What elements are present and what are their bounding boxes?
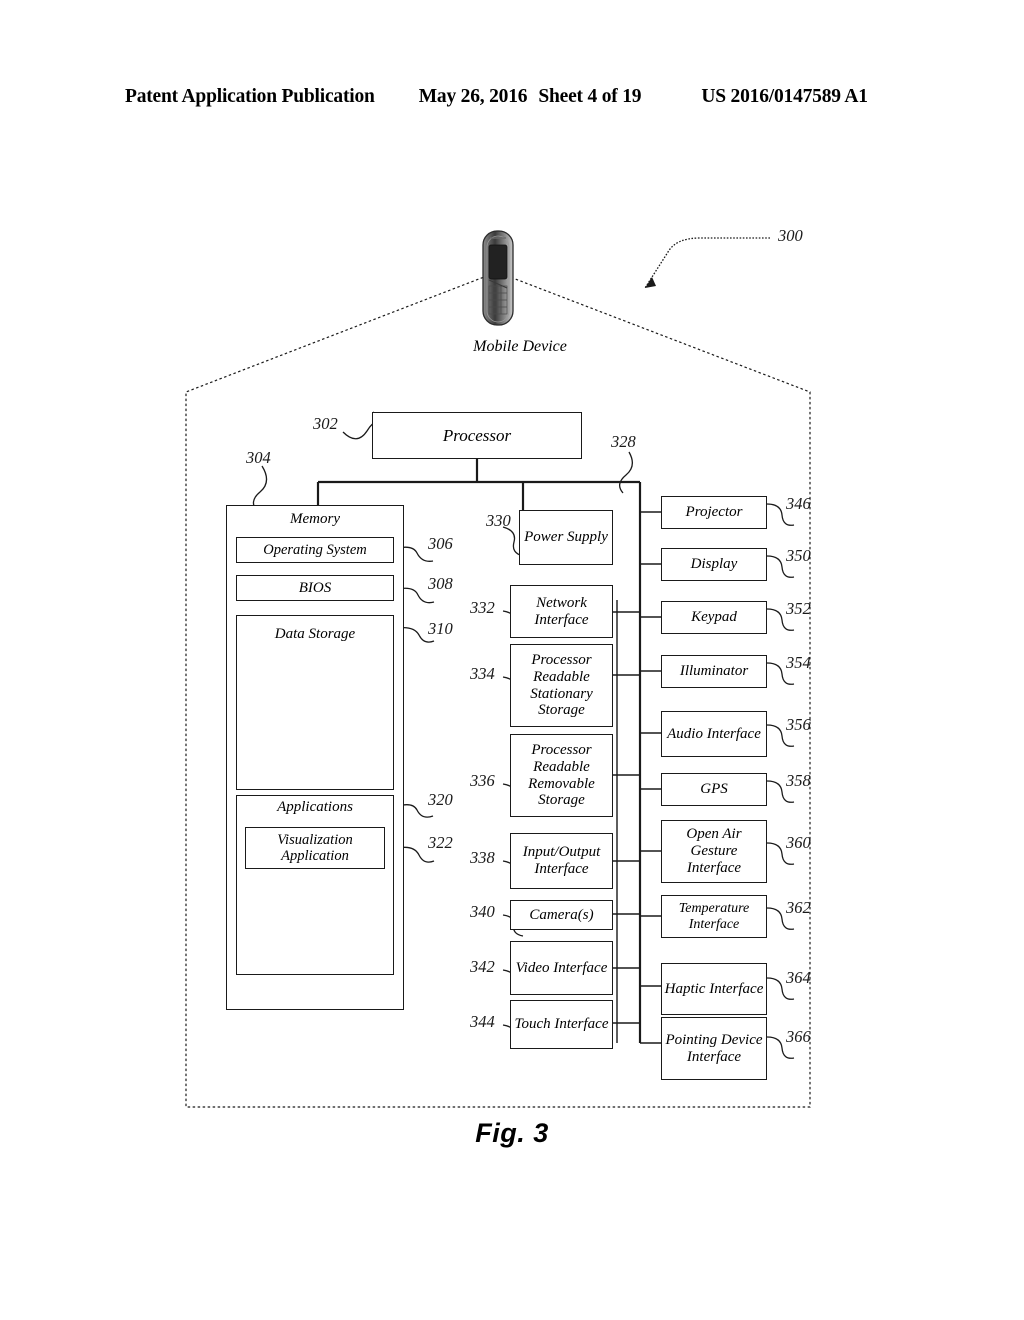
power-supply-block[interactable]: Power Supply — [519, 510, 613, 565]
data-storage-label: Data Storage — [274, 626, 356, 642]
projector-block[interactable]: Projector — [661, 496, 767, 529]
processor-readable-removable-storage-block[interactable]: Processor Readable Removable Storage — [510, 734, 613, 817]
leader-328 — [619, 451, 633, 494]
processor-readable-removable-storage-label: Processor Readable Removable Storage — [528, 741, 595, 809]
gps-label: GPS — [700, 781, 728, 798]
pointing-device-interface-label: Pointing Device Interface — [665, 1031, 763, 1065]
ref-340: 340 — [470, 902, 495, 921]
gps-block[interactable]: GPS — [661, 773, 767, 806]
ref-344: 344 — [470, 1012, 495, 1031]
figure-caption: Fig. 3 — [475, 1118, 549, 1148]
open-air-gesture-interface-label: Open Air Gesture Interface — [686, 826, 742, 876]
ref-302: 302 — [313, 414, 338, 433]
network-interface-block[interactable]: Network Interface — [510, 585, 613, 638]
video-interface-label: Video Interface — [515, 959, 608, 976]
ref-346: 346 — [786, 494, 811, 513]
operating-system-label: Operating System — [263, 541, 367, 558]
processor-readable-stationary-storage-block[interactable]: Processor Readable Stationary Storage — [510, 644, 613, 727]
mobile-device-icon — [482, 230, 514, 326]
visualization-application-label: Visualization Application — [277, 831, 353, 864]
pointing-device-interface-block[interactable]: Pointing Device Interface — [661, 1017, 767, 1080]
cameras-label: Camera(s) — [529, 906, 594, 923]
ref-306: 306 — [428, 534, 453, 553]
temperature-interface-block[interactable]: Temperature Interface — [661, 895, 767, 938]
ref-356: 356 — [786, 715, 811, 734]
ref-360: 360 — [786, 833, 811, 852]
ref-332: 332 — [470, 598, 495, 617]
touch-interface-block[interactable]: Touch Interface — [510, 1000, 613, 1049]
cameras-block[interactable]: Camera(s) — [510, 900, 613, 930]
leader-300 — [644, 237, 770, 289]
touch-interface-label: Touch Interface — [514, 1016, 609, 1033]
ref-330: 330 — [486, 511, 511, 530]
ref-336: 336 — [470, 771, 495, 790]
ref-300: 300 — [778, 226, 803, 245]
ref-352: 352 — [786, 599, 811, 618]
video-interface-block[interactable]: Video Interface — [510, 941, 613, 995]
memory-label: Memory — [290, 511, 340, 527]
ref-308: 308 — [428, 574, 453, 593]
display-block[interactable]: Display — [661, 548, 767, 581]
haptic-interface-block[interactable]: Haptic Interface — [661, 963, 767, 1015]
input-output-interface-block[interactable]: Input/Output Interface — [510, 833, 613, 889]
ref-342: 342 — [470, 957, 495, 976]
illuminator-block[interactable]: Illuminator — [661, 655, 767, 688]
projector-label: Projector — [685, 504, 743, 521]
applications-block[interactable] — [236, 795, 394, 975]
temperature-interface-label: Temperature Interface — [678, 900, 750, 932]
ref-362: 362 — [786, 898, 811, 917]
figure-3: Mobile Device 300 302 304 306 308 310 32… — [0, 0, 1024, 1320]
mobile-device-caption: Mobile Device — [473, 338, 567, 355]
keypad-block[interactable]: Keypad — [661, 601, 767, 634]
ref-354: 354 — [786, 653, 811, 672]
ref-358: 358 — [786, 771, 811, 790]
processor-block[interactable]: Processor — [372, 412, 582, 459]
ref-320: 320 — [428, 790, 453, 809]
ref-328: 328 — [611, 432, 636, 451]
ref-322: 322 — [428, 833, 453, 852]
bios-block[interactable]: BIOS — [236, 575, 394, 601]
network-interface-label: Network Interface — [534, 594, 589, 628]
processor-readable-stationary-storage-label: Processor Readable Stationary Storage — [530, 651, 593, 719]
processor-label: Processor — [442, 425, 512, 445]
display-label: Display — [690, 556, 738, 573]
open-air-gesture-interface-block[interactable]: Open Air Gesture Interface — [661, 820, 767, 883]
audio-interface-label: Audio Interface — [667, 725, 761, 742]
keypad-label: Keypad — [691, 609, 737, 626]
ref-304: 304 — [246, 448, 271, 467]
audio-interface-block[interactable]: Audio Interface — [661, 711, 767, 757]
bios-label: BIOS — [298, 579, 332, 596]
applications-label: Applications — [277, 799, 353, 815]
ref-338: 338 — [470, 848, 495, 867]
ref-350: 350 — [786, 546, 811, 565]
ref-366: 366 — [786, 1027, 811, 1046]
operating-system-block[interactable]: Operating System — [236, 537, 394, 563]
input-output-interface-label: Input/Output Interface — [522, 844, 601, 877]
haptic-interface-label: Haptic Interface — [664, 980, 764, 997]
power-supply-label: Power Supply — [524, 529, 608, 546]
ref-364: 364 — [786, 968, 811, 987]
ref-334: 334 — [470, 664, 495, 683]
ref-310: 310 — [428, 619, 453, 638]
illuminator-label: Illuminator — [679, 663, 749, 680]
visualization-application-block[interactable]: Visualization Application — [245, 827, 385, 869]
